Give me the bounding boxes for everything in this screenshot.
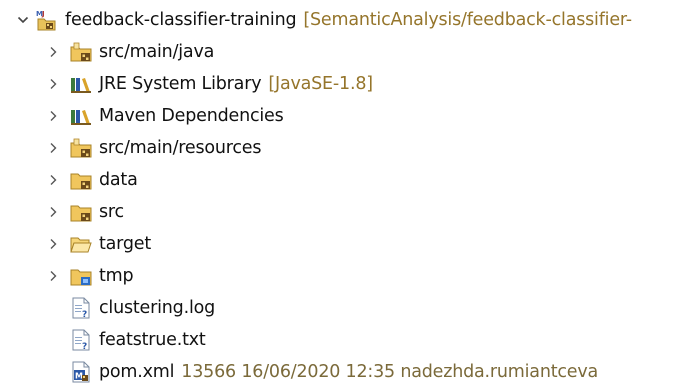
tree-item-label: src <box>99 202 124 222</box>
project-name: feedback-classifier-training <box>65 10 297 30</box>
tree-item-clustering-log[interactable]: ? clustering.log <box>44 292 215 324</box>
folder-icon <box>70 265 92 287</box>
tree-item-label: featstrue.txt <box>99 330 206 350</box>
tree-item-tmp[interactable]: tmp <box>44 260 134 292</box>
unknown-file-icon: ? <box>70 297 92 319</box>
library-icon <box>70 73 92 95</box>
source-folder-icon <box>70 41 92 63</box>
svg-text:?: ? <box>82 310 87 319</box>
folder-icon <box>70 169 92 191</box>
tree-item-maven-dependencies[interactable]: Maven Dependencies <box>44 100 284 132</box>
tree-item-featstrue-txt[interactable]: ? featstrue.txt <box>44 324 206 356</box>
tree-item-jre-system-library[interactable]: JRE System Library [JavaSE-1.8] <box>44 68 373 100</box>
folder-icon <box>70 201 92 223</box>
svg-text:?: ? <box>82 342 87 351</box>
tree-item-data[interactable]: data <box>44 164 138 196</box>
tree-item-label: src/main/resources <box>99 138 262 158</box>
svg-text:J: J <box>41 10 45 18</box>
tree-item-label: src/main/java <box>99 42 215 62</box>
jre-version-decoration: [JavaSE-1.8] <box>268 74 373 94</box>
tree-item-src-main-java[interactable]: src/main/java <box>44 36 214 68</box>
tree-item-target[interactable]: target <box>44 228 151 260</box>
tree-item-pom-xml[interactable]: M pom.xml 13566 16/06/2020 12:35 nadezhd… <box>44 356 598 388</box>
tree-item-label: target <box>99 234 152 254</box>
no-chevron-spacer <box>44 292 62 324</box>
pom-revision-decoration: 13566 16/06/2020 12:35 nadezhda.rumiantc… <box>181 362 599 382</box>
tree-item-label: tmp <box>99 266 134 286</box>
source-folder-icon <box>70 137 92 159</box>
tree-item-src-main-resources[interactable]: src/main/resources <box>44 132 261 164</box>
tree-item-label: Maven Dependencies <box>99 106 284 126</box>
chevron-right-icon[interactable] <box>44 36 62 68</box>
tree-item-src[interactable]: src <box>44 196 124 228</box>
chevron-right-icon[interactable] <box>44 260 62 292</box>
project-repository-decoration: [SemanticAnalysis/feedback-classifier- <box>303 10 632 30</box>
chevron-down-icon[interactable] <box>14 4 32 36</box>
tree-item-label: data <box>99 170 138 190</box>
chevron-right-icon[interactable] <box>44 164 62 196</box>
chevron-right-icon[interactable] <box>44 68 62 100</box>
tree-item-label: pom.xml <box>99 362 175 382</box>
tree-item-label: JRE System Library <box>99 74 262 94</box>
maven-java-project-icon: M J <box>36 9 58 31</box>
no-chevron-spacer <box>44 356 62 388</box>
library-icon <box>70 105 92 127</box>
text-file-icon: ? <box>70 329 92 351</box>
svg-text:M: M <box>75 372 83 381</box>
chevron-right-icon[interactable] <box>44 196 62 228</box>
chevron-right-icon[interactable] <box>44 228 62 260</box>
no-chevron-spacer <box>44 324 62 356</box>
maven-pom-icon: M <box>70 361 92 383</box>
chevron-right-icon[interactable] <box>44 100 62 132</box>
tree-item-project[interactable]: M J feedback-classifier-training [Semant… <box>14 4 632 36</box>
chevron-right-icon[interactable] <box>44 132 62 164</box>
open-folder-icon <box>70 233 92 255</box>
tree-item-label: clustering.log <box>99 298 216 318</box>
